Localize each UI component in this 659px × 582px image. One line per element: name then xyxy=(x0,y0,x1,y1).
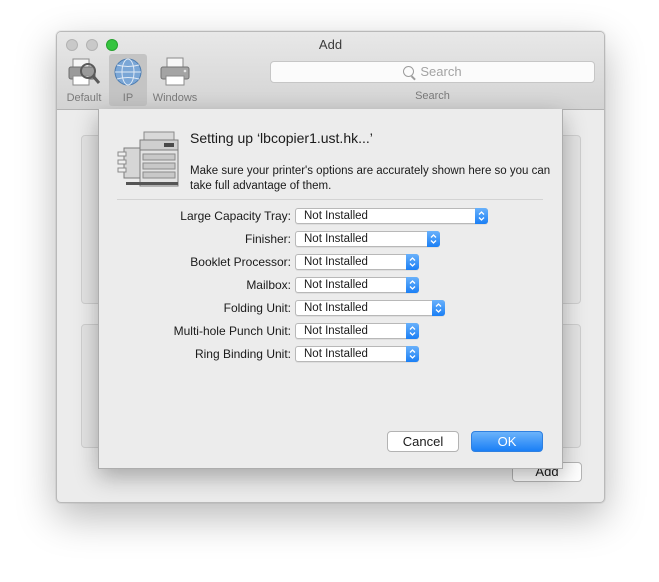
option-value: Not Installed xyxy=(304,302,368,314)
option-label: Ring Binding Unit: xyxy=(194,347,291,361)
option-row-folding-unit: Folding Unit: Not Installed xyxy=(99,300,562,316)
printer-options-sheet: Setting up ‘lbcopier1.ust.hk...’ Make su… xyxy=(98,109,563,469)
toolbar-item-ip[interactable]: IP xyxy=(109,54,147,106)
option-row-multi-hole-punch-unit: Multi-hole Punch Unit: Not Installed xyxy=(99,323,562,339)
option-value: Not Installed xyxy=(304,348,368,360)
cancel-button[interactable]: Cancel xyxy=(387,431,459,452)
search-input[interactable]: Search xyxy=(270,61,595,83)
toolbar-item-windows-label: Windows xyxy=(152,92,198,104)
option-row-mailbox: Mailbox: Not Installed xyxy=(99,277,562,293)
mailbox-select[interactable]: Not Installed xyxy=(295,277,419,293)
large-capacity-tray-select[interactable]: Not Installed xyxy=(295,208,488,224)
toolbar-item-windows[interactable]: Windows xyxy=(149,54,201,106)
chevron-updown-icon xyxy=(406,346,419,362)
search-label: Search xyxy=(415,90,450,102)
option-label: Booklet Processor: xyxy=(190,255,291,269)
option-value: Not Installed xyxy=(304,279,368,291)
chevron-updown-icon xyxy=(432,300,445,316)
copier-icon xyxy=(117,131,179,187)
window-title: Add xyxy=(318,37,343,52)
option-row-finisher: Finisher: Not Installed xyxy=(99,231,562,247)
windows-printer-icon xyxy=(160,57,190,86)
finisher-select[interactable]: Not Installed xyxy=(295,231,440,247)
sheet-title: Setting up ‘lbcopier1.ust.hk...’ xyxy=(190,130,373,146)
toolbar-item-ip-label: IP xyxy=(122,92,134,104)
search-icon xyxy=(403,66,415,77)
option-row-large-capacity-tray: Large Capacity Tray: Not Installed xyxy=(99,208,562,224)
option-row-booklet-processor: Booklet Processor: Not Installed xyxy=(99,254,562,270)
option-label: Mailbox: xyxy=(246,278,291,292)
globe-icon xyxy=(114,58,142,86)
option-value: Not Installed xyxy=(304,233,368,245)
folding-unit-select[interactable]: Not Installed xyxy=(295,300,445,316)
ring-binding-unit-select[interactable]: Not Installed xyxy=(295,346,419,362)
default-printer-icon xyxy=(68,58,101,86)
option-label: Large Capacity Tray: xyxy=(180,209,291,223)
chevron-updown-icon xyxy=(406,254,419,270)
sheet-description: Make sure your printer's options are acc… xyxy=(190,165,551,192)
option-value: Not Installed xyxy=(304,256,368,268)
option-value: Not Installed xyxy=(304,325,368,337)
booklet-processor-select[interactable]: Not Installed xyxy=(295,254,419,270)
divider xyxy=(117,199,543,200)
toolbar-item-default[interactable]: Default xyxy=(63,54,105,106)
chevron-updown-icon xyxy=(475,208,488,224)
option-row-ring-binding-unit: Ring Binding Unit: Not Installed xyxy=(99,346,562,362)
multi-hole-punch-unit-select[interactable]: Not Installed xyxy=(295,323,419,339)
option-label: Finisher: xyxy=(244,232,291,246)
ok-button[interactable]: OK xyxy=(471,431,543,452)
option-label: Folding Unit: xyxy=(223,301,291,315)
chevron-updown-icon xyxy=(406,323,419,339)
chevron-updown-icon xyxy=(427,231,440,247)
toolbar-item-default-label: Default xyxy=(66,92,102,104)
search-placeholder: Search xyxy=(420,64,462,79)
option-value: Not Installed xyxy=(304,210,368,222)
toolbar: Add Default IP Windows Search Search xyxy=(57,32,604,110)
chevron-updown-icon xyxy=(406,277,419,293)
option-label: Multi-hole Punch Unit: xyxy=(173,324,291,338)
